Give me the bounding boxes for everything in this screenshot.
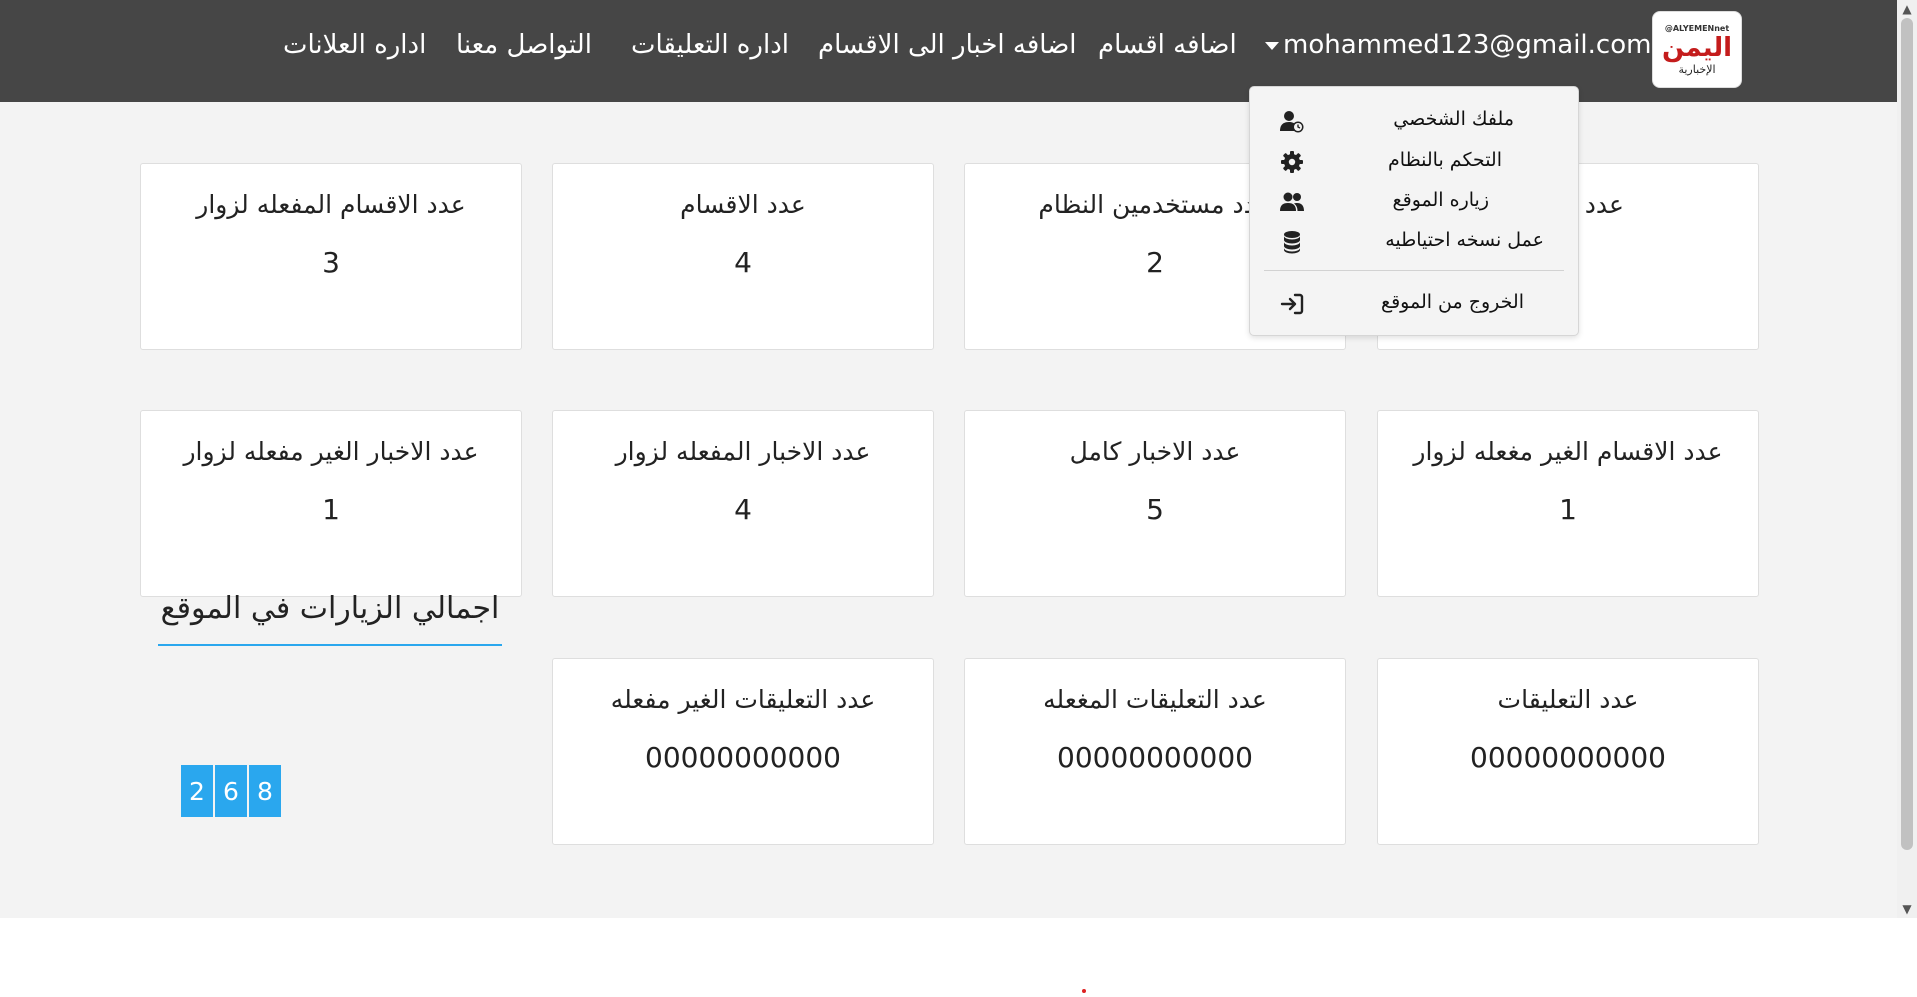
stat-title: عدد الاخبار كامل [1069,437,1241,466]
menu-item-label: ملفك الشخصي [1393,108,1514,130]
stat-value: 00000000000 [1057,741,1253,774]
nav-manage-ads[interactable]: اداره العلانات [283,26,426,64]
nav-add-sections[interactable]: اضافه اقسام [1098,26,1237,64]
stat-value: 5 [1146,493,1164,526]
menu-item-label: عمل نسخه احتياطيه [1385,229,1544,251]
site-logo[interactable]: @ALYEMENnet اليمن الإخبارية [1652,11,1742,88]
stat-card-sections: عدد الاقسام 4 [552,163,934,350]
logo-subtitle: الإخبارية [1678,62,1716,76]
stat-value: 3 [322,246,340,279]
scroll-up-arrow-icon[interactable]: ▲ [1897,0,1917,18]
stat-card-active-sections: عدد الاقسام المفعله لزوار 3 [140,163,522,350]
user-email: mohammed123@gmail.com [1283,30,1652,60]
stat-title: عدد الاخبار المفعله لزوار [615,437,871,466]
logo-name: اليمن [1661,32,1733,63]
nav-add-news[interactable]: اضافه اخبار الى الاقسام [818,26,1077,64]
stat-value: 4 [734,493,752,526]
menu-item-profile[interactable]: ملفك الشخصي [1250,102,1578,140]
stat-value: 4 [734,246,752,279]
dashboard-main: عدد الادمن عدد مستخدمين النظام 2 عدد الا… [0,102,1897,918]
visit-digit: 2 [181,765,213,817]
total-visits-widget: اجمالي الزيارات في الموقع 2 6 8 [158,575,502,817]
user-menu-toggle[interactable]: mohammed123@gmail.com [1265,26,1651,64]
stat-title: عدد التعليقات الغير مفعله [610,685,876,714]
gear-icon [1281,151,1303,173]
top-navbar: @ALYEMENnet اليمن الإخبارية mohammed123@… [0,0,1897,102]
stat-card-inactive-news: عدد الاخبار الغير مفعله لزوار 1 [140,410,522,597]
stat-value: 1 [1559,493,1577,526]
stat-title: عدد الاقسام المفعله لزوار [196,190,466,219]
stat-value: 00000000000 [1470,741,1666,774]
menu-item-label: الخروج من الموقع [1380,291,1524,313]
user-clock-icon [1280,111,1304,133]
menu-item-logout[interactable]: الخروج من الموقع [1250,285,1578,323]
stat-title: عدد الاقسام [680,190,806,219]
stat-value: 00000000000 [645,741,841,774]
vertical-scrollbar[interactable]: ▲ ▼ [1897,0,1917,918]
logo-tag: @ALYEMENnet [1664,23,1730,33]
red-dot-marker [1082,989,1086,993]
stat-card-inactive-comments: عدد التعليقات الغير مفعله 00000000000 [552,658,934,845]
scrollbar-thumb[interactable] [1901,18,1913,850]
caret-down-icon [1265,41,1279,50]
menu-item-backup[interactable]: عمل نسخه احتياطيه [1250,223,1578,261]
stat-title: عدد التعليقات المغعله [1043,685,1267,714]
stat-title: عدد الاقسام الغير مغعله لزوار [1413,437,1723,466]
stat-value: 1 [322,493,340,526]
stat-card-inactive-sections: عدد الاقسام الغير مغعله لزوار 1 [1377,410,1759,597]
stat-card-active-news: عدد الاخبار المفعله لزوار 4 [552,410,934,597]
visit-digit: 6 [215,765,247,817]
stat-card-comments: عدد التعليقات 00000000000 [1377,658,1759,845]
menu-item-label: زياره الموقع [1392,189,1489,211]
visit-counter: 2 6 8 [181,765,281,817]
menu-divider [1264,270,1564,271]
nav-contact-us[interactable]: التواصل معنا [456,26,592,64]
stat-card-total-news: عدد الاخبار كامل 5 [964,410,1346,597]
visit-digit: 8 [249,765,281,817]
user-dropdown-menu: ملفك الشخصي التحكم بالنظام زياره الموقع [1249,86,1579,336]
scroll-down-arrow-icon[interactable]: ▼ [1897,900,1917,918]
database-icon [1284,231,1300,254]
sign-in-icon [1280,293,1304,315]
nav-manage-comments[interactable]: اداره التعليقات [631,26,789,64]
stat-title: عدد الاخبار الغير مفعله لزوار [183,437,479,466]
stat-card-active-comments: عدد التعليقات المغعله 00000000000 [964,658,1346,845]
total-visits-title: اجمالي الزيارات في الموقع [158,575,502,646]
menu-item-label: التحكم بالنظام [1388,149,1502,171]
users-icon [1280,192,1304,211]
stat-title: عدد التعليقات [1497,685,1639,714]
menu-item-system-control[interactable]: التحكم بالنظام [1250,143,1578,181]
menu-item-visit-site[interactable]: زياره الموقع [1250,183,1578,221]
